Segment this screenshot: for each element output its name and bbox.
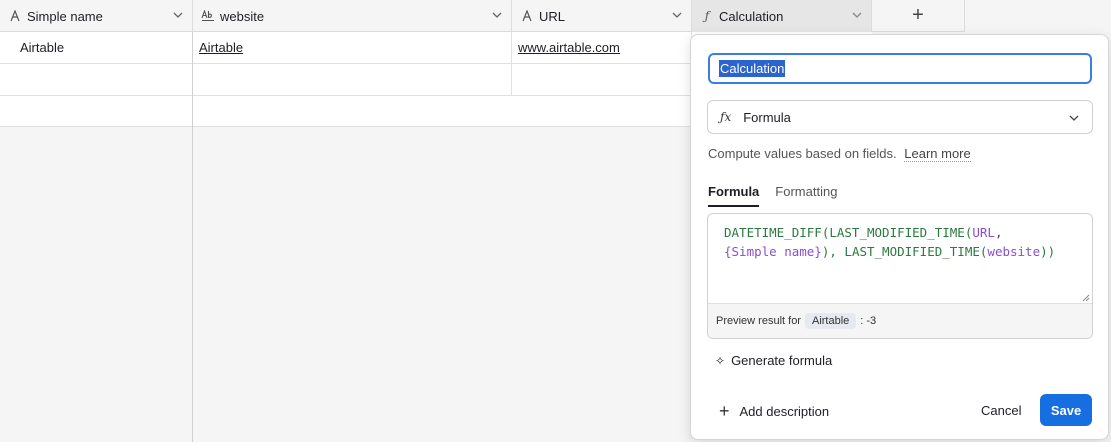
column-header-calculation[interactable]: ƒ Calculation	[692, 0, 872, 32]
chevron-down-icon[interactable]	[172, 9, 184, 21]
resize-handle-icon[interactable]	[1080, 292, 1090, 302]
text-icon	[8, 10, 22, 22]
column-header-url[interactable]: URL	[512, 0, 692, 32]
field-type-label: Formula	[743, 109, 791, 125]
generate-formula-label: Generate formula	[731, 353, 833, 368]
add-column-button[interactable]: +	[872, 0, 965, 32]
header-row: Simple name website URL ƒ Calculation	[0, 0, 965, 32]
column-label: website	[220, 8, 265, 24]
field-type-select[interactable]: ƒx Formula	[707, 100, 1093, 134]
formula-tabs: Formula Formatting	[708, 184, 853, 207]
text-icon	[520, 10, 534, 22]
cell-url[interactable]	[512, 64, 692, 95]
chevron-down-icon	[1069, 115, 1079, 121]
formula-code[interactable]: DATETIME_DIFF(LAST_MODIFIED_TIME(URL, {S…	[724, 223, 1084, 261]
column-label: URL	[539, 8, 566, 24]
sparkle-icon: ✧	[715, 353, 726, 368]
field-name-selected-text: Calculation	[719, 60, 786, 77]
learn-more-link[interactable]: Learn more	[904, 146, 971, 162]
plus-icon: +	[719, 401, 730, 421]
column-header-website[interactable]: website	[193, 0, 512, 32]
add-description-label: Add description	[739, 403, 830, 419]
cell-simple-name[interactable]: Airtable	[0, 32, 193, 63]
tab-formula[interactable]: Formula	[708, 184, 760, 207]
formula-token: ))	[1040, 244, 1056, 259]
column-label: Calculation	[719, 8, 784, 24]
description-text: Compute values based on fields.	[708, 146, 897, 161]
formula-editor[interactable]: DATETIME_DIFF(LAST_MODIFIED_TIME(URL, {S…	[707, 213, 1093, 339]
generate-formula-button[interactable]: ✧ Generate formula	[715, 353, 832, 368]
formula-token: ,	[994, 225, 1003, 240]
primary-column-divider	[192, 32, 193, 442]
formula-icon: ƒx	[720, 110, 732, 124]
preview-label: Preview result for	[716, 315, 801, 327]
formula-field-token: URL	[972, 225, 995, 240]
cell-empty[interactable]	[0, 96, 193, 127]
formula-field-token: website	[987, 244, 1041, 259]
formula-field-token: {Simple name}	[724, 244, 822, 259]
cell-url[interactable]: www.airtable.com	[512, 32, 692, 63]
preview-result: Preview result for Airtable : -3	[708, 303, 1092, 338]
cell-website[interactable]	[193, 64, 512, 95]
preview-value: : -3	[860, 315, 877, 327]
plus-icon: +	[912, 4, 924, 26]
column-header-simple-name[interactable]: Simple name	[0, 0, 193, 32]
formula-token: ), LAST_MODIFIED_TIME(	[821, 244, 988, 259]
chevron-down-icon[interactable]	[851, 9, 863, 21]
cell-website[interactable]: Airtable	[193, 32, 512, 63]
tab-formatting[interactable]: Formatting	[775, 184, 837, 207]
field-config-panel: Calculation ƒx Formula Compute values ba…	[690, 34, 1109, 440]
chevron-down-icon[interactable]	[671, 9, 683, 21]
chevron-down-icon[interactable]	[491, 9, 503, 21]
cancel-button[interactable]: Cancel	[981, 403, 1021, 418]
preview-record-chip[interactable]: Airtable	[804, 313, 857, 329]
field-name-input[interactable]: Calculation	[708, 53, 1092, 84]
add-description-button[interactable]: + Add description	[719, 402, 829, 420]
formula-icon: ƒ	[704, 9, 710, 23]
cell-simple-name[interactable]	[0, 64, 193, 95]
formula-token: DATETIME_DIFF(LAST_MODIFIED_TIME(	[724, 225, 973, 240]
save-button[interactable]: Save	[1040, 394, 1092, 426]
field-type-description: Compute values based on fields. Learn mo…	[708, 146, 971, 162]
column-label: Simple name	[27, 8, 103, 24]
long-text-icon	[201, 10, 215, 22]
